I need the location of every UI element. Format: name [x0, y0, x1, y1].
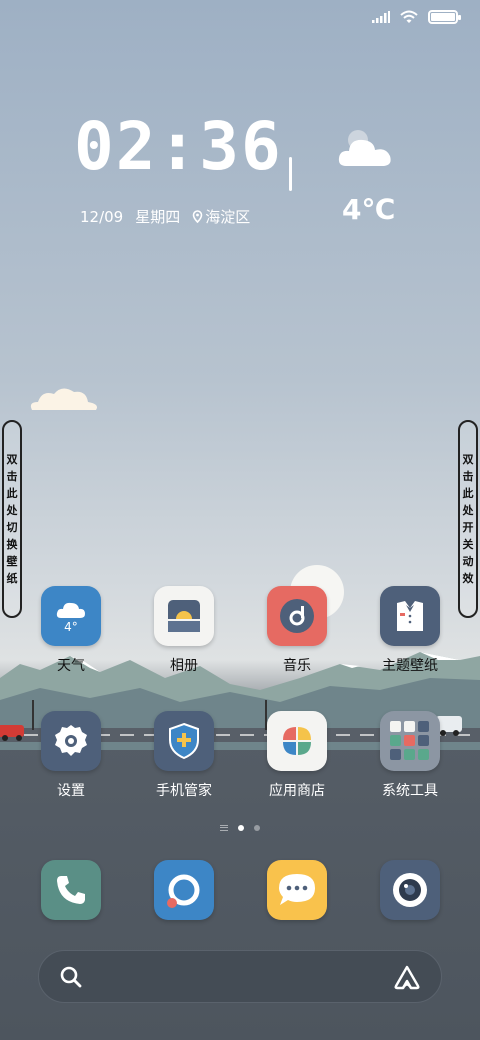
date-text: 12/09	[80, 207, 124, 226]
gallery-icon	[154, 586, 214, 646]
dock-browser[interactable]	[129, 860, 239, 920]
app-store-icon	[267, 711, 327, 771]
side-tab-char: 换	[6, 537, 18, 551]
search-bar[interactable]	[38, 950, 442, 1003]
wifi-icon	[400, 10, 418, 23]
side-tab-char: 切	[6, 520, 18, 534]
small-cloud-shape	[30, 388, 97, 410]
app-music[interactable]: 音乐	[242, 586, 352, 675]
widget-divider	[289, 157, 292, 191]
signal-icon	[372, 11, 390, 23]
app-label: 手机管家	[156, 783, 212, 799]
location-text: 海淀区	[205, 208, 251, 226]
location: 海淀区	[192, 206, 250, 227]
app-settings[interactable]: 设置	[16, 711, 126, 800]
app-weather[interactable]: 4° 天气	[16, 586, 126, 675]
weather-icon: 4°	[41, 586, 101, 646]
app-label: 主题壁纸	[382, 658, 438, 674]
folder-icon	[380, 711, 440, 771]
page-dot[interactable]	[254, 825, 260, 831]
app-gallery[interactable]: 相册	[129, 586, 239, 675]
side-tab-char: 击	[6, 469, 18, 483]
search-icon[interactable]	[59, 965, 83, 989]
side-tab-char: 双	[6, 452, 18, 466]
app-label: 相册	[170, 658, 198, 674]
app-store[interactable]: 应用商店	[242, 711, 352, 800]
phone-icon	[41, 860, 101, 920]
settings-icon	[41, 711, 101, 771]
clock-time[interactable]: 02:36	[74, 108, 283, 185]
side-tab-char: 此	[6, 486, 18, 500]
app-folder-tools[interactable]: 系统工具	[355, 711, 465, 800]
battery-icon	[428, 10, 461, 24]
page-indicator[interactable]	[0, 825, 480, 831]
side-tab-char: 此	[462, 486, 474, 500]
side-tab-char: 关	[462, 537, 474, 551]
menu-lines-icon	[220, 825, 228, 831]
weather-badge: 4°	[64, 619, 78, 634]
dock-messages[interactable]	[242, 860, 352, 920]
status-bar	[372, 10, 461, 24]
dock-phone[interactable]	[16, 860, 126, 920]
browser-icon	[154, 860, 214, 920]
dock-camera[interactable]	[355, 860, 465, 920]
app-label: 系统工具	[382, 783, 438, 799]
cloud-icon[interactable]	[336, 124, 396, 172]
app-theme[interactable]: 主题壁纸	[355, 586, 465, 675]
messages-icon	[267, 860, 327, 920]
battery-level	[431, 13, 455, 21]
app-label: 天气	[57, 658, 85, 674]
assistant-icon[interactable]	[393, 964, 421, 990]
theme-icon	[380, 586, 440, 646]
music-icon	[267, 586, 327, 646]
weekday-text: 星期四	[135, 208, 181, 226]
app-label: 音乐	[283, 658, 311, 674]
side-tab-char: 击	[462, 469, 474, 483]
side-tab-char: 处	[462, 503, 474, 517]
security-icon	[154, 711, 214, 771]
page-dot-active[interactable]	[238, 825, 244, 831]
app-security[interactable]: 手机管家	[129, 711, 239, 800]
app-label: 设置	[57, 783, 85, 799]
side-tab-char: 双	[462, 452, 474, 466]
location-pin-icon	[192, 209, 203, 223]
date-line: 12/09 星期四 海淀区	[80, 206, 250, 227]
app-label: 应用商店	[269, 783, 325, 799]
side-tab-char: 处	[6, 503, 18, 517]
side-tab-char: 开	[462, 520, 474, 534]
temperature[interactable]: 4℃	[342, 193, 395, 226]
camera-icon	[380, 860, 440, 920]
